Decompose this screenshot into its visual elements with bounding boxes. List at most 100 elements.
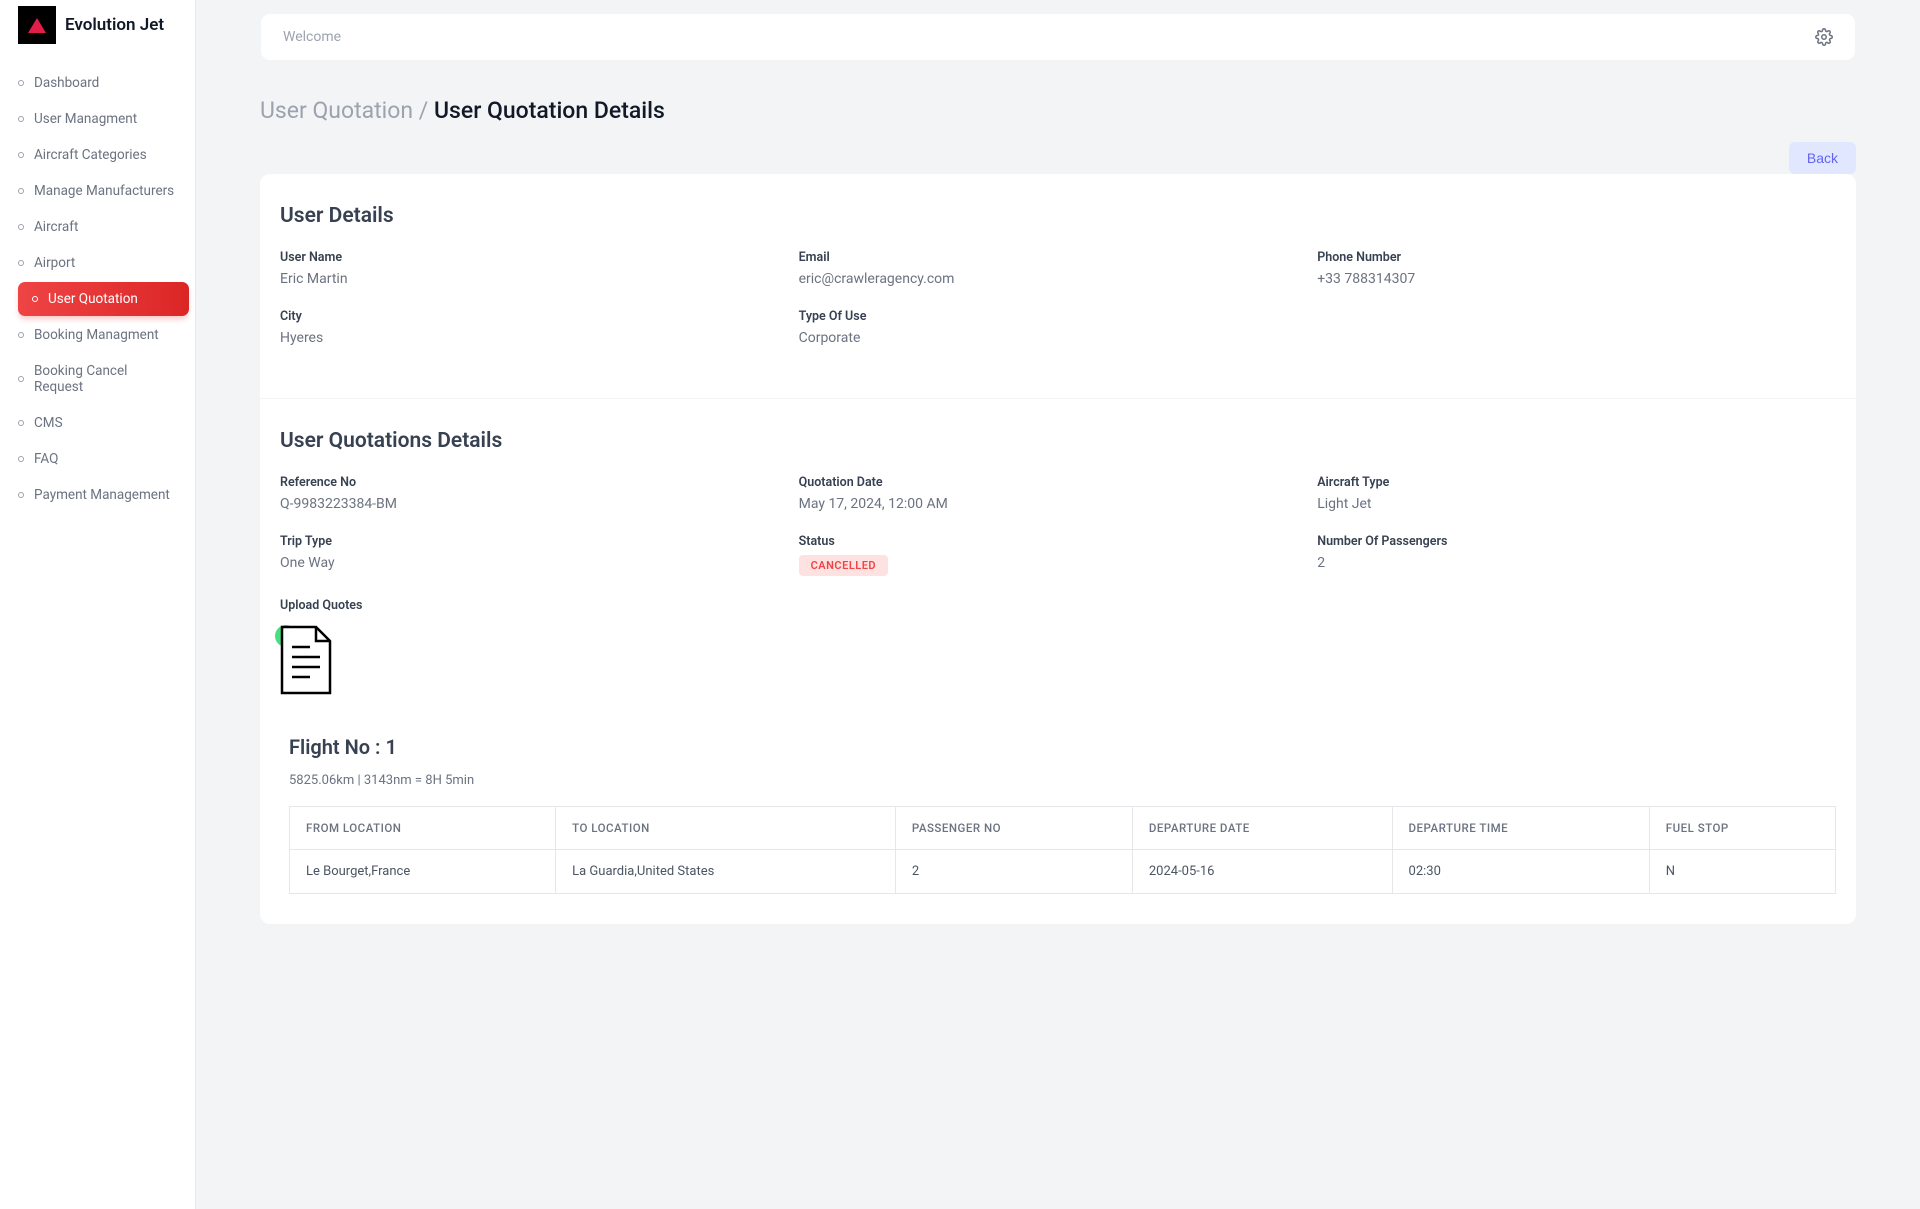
flight-title: Flight No : 1 (289, 735, 1836, 759)
nav-label: Dashboard (34, 75, 99, 91)
table-row: Le Bourget,France La Guardia,United Stat… (290, 850, 1836, 894)
field-trip-type: Trip Type One Way (280, 534, 799, 576)
field-upload-quotes: Upload Quotes (280, 598, 799, 699)
field-value: Corporate (799, 330, 1318, 346)
field-quotation-date: Quotation Date May 17, 2024, 12:00 AM (799, 475, 1318, 512)
details-card: User Details User Name Eric Martin Email… (260, 174, 1856, 924)
bullet-icon (18, 260, 24, 266)
document-icon-wrapper[interactable] (280, 625, 332, 699)
col-to-location: TO LOCATION (556, 807, 896, 850)
field-label: Aircraft Type (1317, 475, 1836, 490)
field-city: City Hyeres (280, 309, 799, 346)
nav-item-booking-cancel-request[interactable]: Booking Cancel Request (0, 354, 195, 404)
bullet-icon (32, 296, 38, 302)
col-from-location: FROM LOCATION (290, 807, 556, 850)
bullet-icon (18, 420, 24, 426)
status-badge: CANCELLED (799, 555, 888, 576)
logo-icon (18, 6, 56, 44)
field-row: User Name Eric Martin Email eric@crawler… (280, 250, 1836, 368)
field-value: May 17, 2024, 12:00 AM (799, 496, 1318, 512)
bullet-icon (18, 332, 24, 338)
field-number-of-passengers: Number Of Passengers 2 (1317, 534, 1836, 576)
field-email: Email eric@crawleragency.com (799, 250, 1318, 287)
nav-item-booking-management[interactable]: Booking Managment (0, 318, 195, 352)
breadcrumb-current: User Quotation Details (434, 97, 665, 124)
bullet-icon (18, 80, 24, 86)
cell-from-location: Le Bourget,France (290, 850, 556, 894)
bullet-icon (18, 376, 24, 382)
cell-departure-time: 02:30 (1392, 850, 1649, 894)
field-value: Eric Martin (280, 271, 799, 287)
nav-label: Booking Managment (34, 327, 159, 343)
field-value: +33 788314307 (1317, 271, 1836, 287)
document-icon (280, 625, 332, 695)
nav-label: CMS (34, 415, 63, 431)
nav-item-airport[interactable]: Airport (0, 246, 195, 280)
nav-label: Booking Cancel Request (34, 363, 177, 395)
field-value: Q-9983223384-BM (280, 496, 799, 512)
nav-list: Dashboard User Managment Aircraft Catego… (0, 66, 195, 512)
back-button[interactable]: Back (1789, 142, 1856, 174)
nav-item-cms[interactable]: CMS (0, 406, 195, 440)
bullet-icon (18, 492, 24, 498)
nav-label: Aircraft (34, 219, 78, 235)
field-label: Type Of Use (799, 309, 1318, 324)
field-aircraft-type: Aircraft Type Light Jet (1317, 475, 1836, 512)
nav-item-faq[interactable]: FAQ (0, 442, 195, 476)
field-reference-no: Reference No Q-9983223384-BM (280, 475, 799, 512)
quotation-details-section: User Quotations Details Reference No Q-9… (260, 398, 1856, 924)
section-title: User Details (280, 204, 1836, 228)
cell-to-location: La Guardia,United States (556, 850, 896, 894)
field-label: User Name (280, 250, 799, 265)
col-departure-time: DEPARTURE TIME (1392, 807, 1649, 850)
logo-section: Evolution Jet (0, 6, 195, 64)
nav-item-manage-manufacturers[interactable]: Manage Manufacturers (0, 174, 195, 208)
field-label: Number Of Passengers (1317, 534, 1836, 549)
field-value-status: CANCELLED (799, 555, 1318, 576)
table-header-row: FROM LOCATION TO LOCATION PASSENGER NO D… (290, 807, 1836, 850)
app-name: Evolution Jet (65, 15, 164, 35)
field-label: Reference No (280, 475, 799, 490)
nav-item-user-management[interactable]: User Managment (0, 102, 195, 136)
cell-departure-date: 2024-05-16 (1132, 850, 1392, 894)
breadcrumb: User Quotation / User Quotation Details (260, 97, 1856, 124)
field-value: One Way (280, 555, 799, 571)
field-user-name: User Name Eric Martin (280, 250, 799, 287)
cell-fuel-stop: N (1649, 850, 1835, 894)
breadcrumb-separator: / (413, 97, 434, 124)
main-content: Welcome User Quotation / User Quotation … (196, 0, 1920, 1209)
field-row: Reference No Q-9983223384-BM Quotation D… (280, 475, 1836, 721)
field-value: 2 (1317, 555, 1836, 571)
field-label: Phone Number (1317, 250, 1836, 265)
welcome-text: Welcome (283, 29, 341, 45)
field-label: Status (799, 534, 1318, 549)
section-title: User Quotations Details (280, 429, 1836, 453)
field-label: Quotation Date (799, 475, 1318, 490)
breadcrumb-parent[interactable]: User Quotation (260, 97, 413, 124)
nav-item-dashboard[interactable]: Dashboard (0, 66, 195, 100)
bullet-icon (18, 116, 24, 122)
col-departure-date: DEPARTURE DATE (1132, 807, 1392, 850)
bullet-icon (18, 224, 24, 230)
nav-item-aircraft[interactable]: Aircraft (0, 210, 195, 244)
user-details-section: User Details User Name Eric Martin Email… (260, 174, 1856, 398)
nav-item-payment-management[interactable]: Payment Management (0, 478, 195, 512)
nav-label: FAQ (34, 451, 58, 467)
nav-item-aircraft-categories[interactable]: Aircraft Categories (0, 138, 195, 172)
bullet-icon (18, 188, 24, 194)
field-phone-number: Phone Number +33 788314307 (1317, 250, 1836, 287)
flight-table: FROM LOCATION TO LOCATION PASSENGER NO D… (289, 806, 1836, 894)
flight-subtitle: 5825.06km | 3143nm = 8H 5min (289, 773, 1836, 788)
field-label: Upload Quotes (280, 598, 799, 613)
nav-label: Manage Manufacturers (34, 183, 174, 199)
top-bar: Welcome (260, 13, 1856, 61)
gear-icon[interactable] (1815, 28, 1833, 46)
nav-item-user-quotation[interactable]: User Quotation (18, 282, 189, 316)
nav-label: User Managment (34, 111, 137, 127)
nav-label: Airport (34, 255, 75, 271)
col-passenger-no: PASSENGER NO (895, 807, 1132, 850)
field-status: Status CANCELLED (799, 534, 1318, 576)
cell-passenger-no: 2 (895, 850, 1132, 894)
field-label: City (280, 309, 799, 324)
col-fuel-stop: FUEL STOP (1649, 807, 1835, 850)
